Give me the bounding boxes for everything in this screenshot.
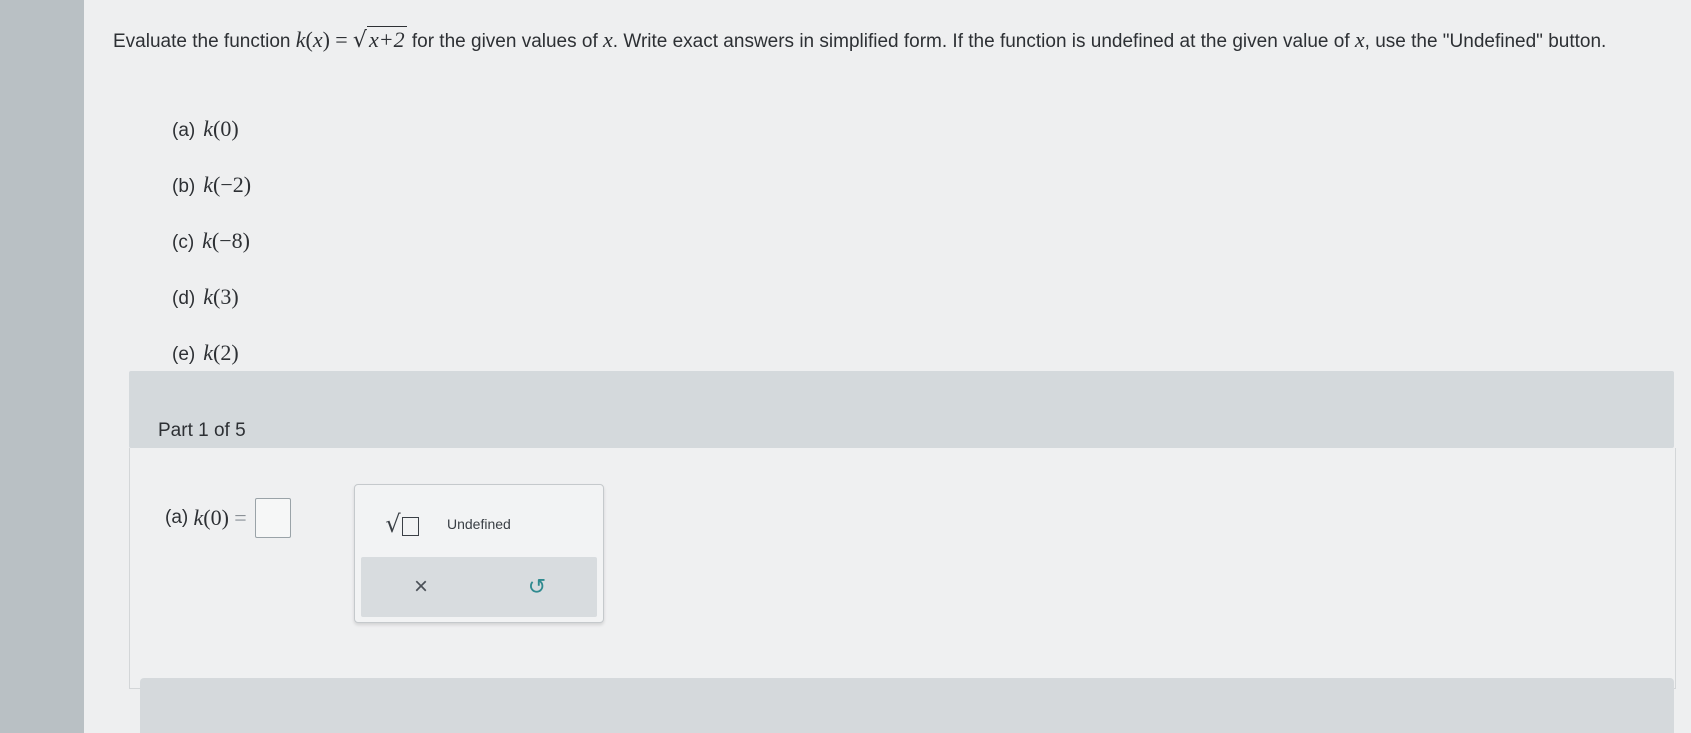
prompt-var: x: [603, 27, 613, 52]
part-panel-header: [129, 371, 1674, 448]
prompt-text-end: , use the "Undefined" button.: [1364, 31, 1607, 52]
sub-question: (a) k(0): [172, 116, 239, 141]
undo-icon: ↺: [527, 574, 547, 599]
prompt-text: Evaluate the function: [113, 31, 296, 52]
answer-label: (a): [165, 507, 189, 528]
undo-button[interactable]: ↺: [517, 569, 557, 605]
sqrt-symbol: √: [352, 28, 367, 53]
prompt-text-mid: for the given values of: [406, 31, 604, 52]
math-keypad: √ Undefined × ↺: [354, 484, 604, 623]
clear-button[interactable]: ×: [401, 569, 441, 605]
sub-question: (b) k(−2): [172, 172, 252, 197]
prompt-text-mid2: . Write exact answers in simplified form…: [612, 31, 1355, 52]
sub-question-list: (a) k(0) (b) k(−2) (c) k(−8) (d) k(3) (e) k(2…: [172, 114, 251, 394]
square-root-button[interactable]: √: [379, 507, 425, 541]
close-icon: ×: [413, 573, 428, 600]
equals-sign: =: [335, 27, 348, 52]
answer-input[interactable]: [254, 498, 291, 538]
func-name: k: [295, 27, 306, 52]
undefined-button[interactable]: Undefined: [435, 509, 567, 539]
left-edge: [0, 0, 84, 733]
answer-row: (a) k(0) =: [165, 498, 291, 538]
question-prompt: Evaluate the function k(x) = √x+2 for th…: [113, 26, 1607, 53]
part-label: Part 1 of 5: [158, 420, 246, 441]
next-panel: [140, 678, 1674, 733]
prompt-var2: x: [1354, 27, 1365, 52]
keypad-footer: × ↺: [361, 557, 597, 617]
radicand: x+2: [366, 26, 407, 52]
placeholder-box-icon: [401, 516, 419, 536]
sub-question: (d) k(3): [172, 284, 239, 309]
square-root-icon: √: [385, 510, 401, 538]
sub-question: (c) k(−8): [172, 228, 250, 253]
func-arg: x: [312, 27, 323, 52]
